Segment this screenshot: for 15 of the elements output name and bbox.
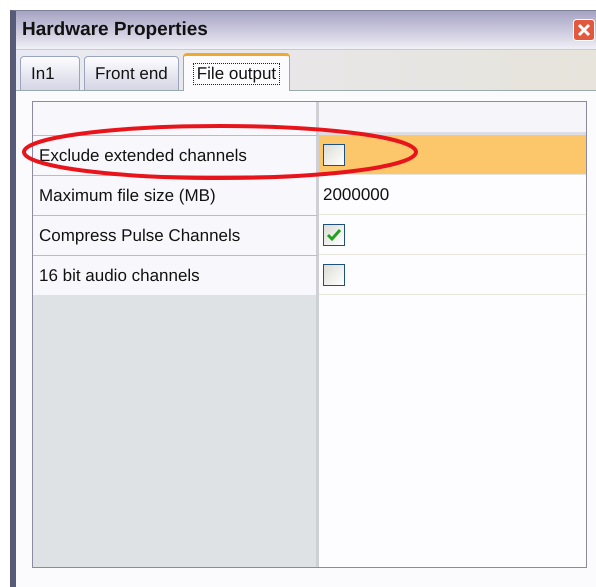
property-label: Maximum file size (MB) (33, 175, 319, 215)
property-label: Compress Pulse Channels (33, 215, 319, 255)
tab[interactable]: Front end (84, 56, 179, 90)
property-value[interactable] (319, 135, 586, 175)
property-label: Exclude extended channels (33, 135, 319, 175)
tab[interactable]: File output (182, 53, 290, 91)
tab[interactable]: In1 (20, 56, 80, 90)
property-label: 16 bit audio channels (33, 255, 319, 295)
close-icon[interactable] (573, 19, 595, 41)
checkbox[interactable] (323, 144, 345, 166)
property-value[interactable]: 2000000 (319, 175, 586, 215)
window-title: Hardware Properties (22, 19, 209, 41)
checkbox[interactable] (323, 264, 345, 286)
value-text: 2000000 (323, 184, 390, 204)
checkbox[interactable] (323, 224, 345, 246)
